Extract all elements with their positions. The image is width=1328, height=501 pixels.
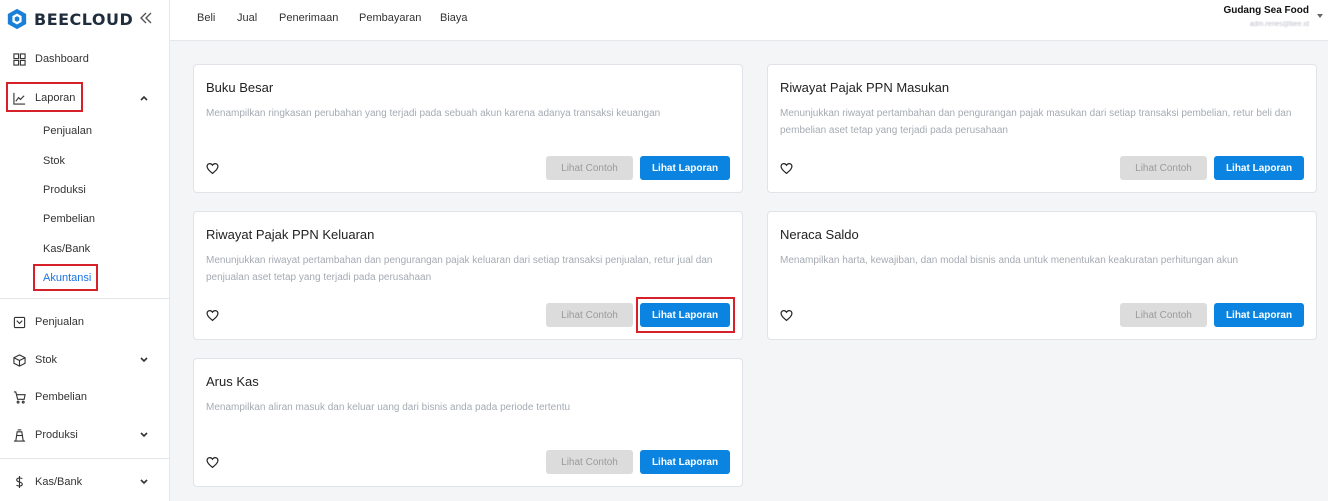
report-card-ppn-masukan: Riwayat Pajak PPN Masukan Menunjukkan ri… <box>767 64 1317 193</box>
receipt-icon <box>12 315 26 329</box>
lihat-laporan-button[interactable]: Lihat Laporan <box>1214 303 1304 327</box>
report-card-neraca-saldo: Neraca Saldo Menampilkan harta, kewajiba… <box>767 211 1317 340</box>
report-card-ppn-keluaran: Riwayat Pajak PPN Keluaran Menunjukkan r… <box>193 211 743 340</box>
sidebar-item-label: Kas/Bank <box>35 476 83 488</box>
heart-icon[interactable] <box>206 162 219 175</box>
sidebar-item-label: Stok <box>35 354 58 366</box>
card-title: Riwayat Pajak PPN Keluaran <box>206 227 375 242</box>
submenu-item-stok[interactable]: Stok <box>43 152 65 170</box>
topbar: Beli Jual Penerimaan Pembayaran Biaya Gu… <box>170 0 1328 41</box>
lihat-laporan-button[interactable]: Lihat Laporan <box>1214 156 1304 180</box>
top-link-beli[interactable]: Beli <box>197 12 215 24</box>
lihat-laporan-button[interactable]: Lihat Laporan <box>640 156 730 180</box>
sidebar-item-label: Pembelian <box>35 391 87 403</box>
top-link-jual[interactable]: Jual <box>237 12 257 24</box>
top-link-biaya[interactable]: Biaya <box>440 12 468 24</box>
brand-name: BEECLOUD <box>34 9 134 29</box>
sidebar-item-laporan[interactable]: Laporan <box>0 85 169 111</box>
lihat-laporan-button[interactable]: Lihat Laporan <box>640 303 730 327</box>
lihat-laporan-button[interactable]: Lihat Laporan <box>640 450 730 474</box>
factory-icon <box>12 428 26 442</box>
sidebar-item-label: Penjualan <box>35 316 84 328</box>
chart-line-icon <box>12 91 26 105</box>
heart-icon[interactable] <box>780 162 793 175</box>
collapse-sidebar-icon[interactable] <box>138 10 154 26</box>
heart-icon[interactable] <box>780 309 793 322</box>
lihat-contoh-button[interactable]: Lihat Contoh <box>546 450 633 474</box>
sidebar-item-stok[interactable]: Stok <box>0 347 169 373</box>
sidebar-item-label: Produksi <box>35 429 78 441</box>
lihat-contoh-button[interactable]: Lihat Contoh <box>1120 303 1207 327</box>
heart-icon[interactable] <box>206 456 219 469</box>
report-card-arus-kas: Arus Kas Menampilkan aliran masuk dan ke… <box>193 358 743 487</box>
sidebar-divider <box>0 298 169 299</box>
chevron-down-icon <box>140 357 148 363</box>
company-name[interactable]: Gudang Sea Food <box>1223 5 1309 16</box>
sidebar-item-label: Laporan <box>35 92 76 104</box>
submenu-item-produksi[interactable]: Produksi <box>43 181 86 199</box>
sidebar-item-pembelian[interactable]: Pembelian <box>0 384 169 410</box>
lihat-contoh-button[interactable]: Lihat Contoh <box>546 303 633 327</box>
sidebar-item-label: Dashboard <box>35 53 89 65</box>
submenu-item-akuntansi[interactable]: Akuntansi <box>43 269 91 287</box>
top-link-pembayaran[interactable]: Pembayaran <box>359 12 421 24</box>
dollar-icon <box>12 475 26 489</box>
dashboard-icon <box>12 52 26 66</box>
card-title: Arus Kas <box>206 374 259 389</box>
submenu-item-kas-bank[interactable]: Kas/Bank <box>43 240 90 258</box>
chevron-up-icon <box>140 95 148 101</box>
sidebar-item-produksi[interactable]: Produksi <box>0 422 169 448</box>
card-description: Menampilkan aliran masuk dan keluar uang… <box>206 402 571 413</box>
card-description: Menunjukkan riwayat pertambahan dan peng… <box>206 255 713 283</box>
sidebar-divider <box>0 458 169 459</box>
heart-icon[interactable] <box>206 309 219 322</box>
submenu-item-pembelian[interactable]: Pembelian <box>43 210 95 228</box>
caret-down-icon[interactable] <box>1317 14 1323 18</box>
sidebar: BEECLOUD Dashboard Laporan Penjualan Sto… <box>0 0 170 501</box>
submenu-item-penjualan[interactable]: Penjualan <box>43 122 92 140</box>
sidebar-item-penjualan[interactable]: Penjualan <box>0 309 169 335</box>
card-description: Menampilkan ringkasan perubahan yang ter… <box>206 108 661 119</box>
card-title: Buku Besar <box>206 80 274 95</box>
box-icon <box>12 353 26 367</box>
lihat-contoh-button[interactable]: Lihat Contoh <box>1120 156 1207 180</box>
beecloud-logo-icon <box>7 8 27 30</box>
report-card-buku-besar: Buku Besar Menampilkan ringkasan perubah… <box>193 64 743 193</box>
cart-icon <box>12 390 26 404</box>
card-description: Menunjukkan riwayat pertambahan dan peng… <box>780 108 1292 136</box>
chevron-down-icon <box>140 432 148 438</box>
chevron-down-icon <box>140 479 148 485</box>
sidebar-item-kas-bank[interactable]: Kas/Bank <box>0 469 169 495</box>
lihat-contoh-button[interactable]: Lihat Contoh <box>546 156 633 180</box>
card-title: Riwayat Pajak PPN Masukan <box>780 80 950 95</box>
card-title: Neraca Saldo <box>780 227 859 242</box>
sidebar-item-dashboard[interactable]: Dashboard <box>0 46 169 72</box>
top-link-penerimaan[interactable]: Penerimaan <box>279 12 338 24</box>
user-email: adm.renes@bee.id <box>1249 21 1309 28</box>
card-description: Menampilkan harta, kewajiban, dan modal … <box>780 255 1239 266</box>
